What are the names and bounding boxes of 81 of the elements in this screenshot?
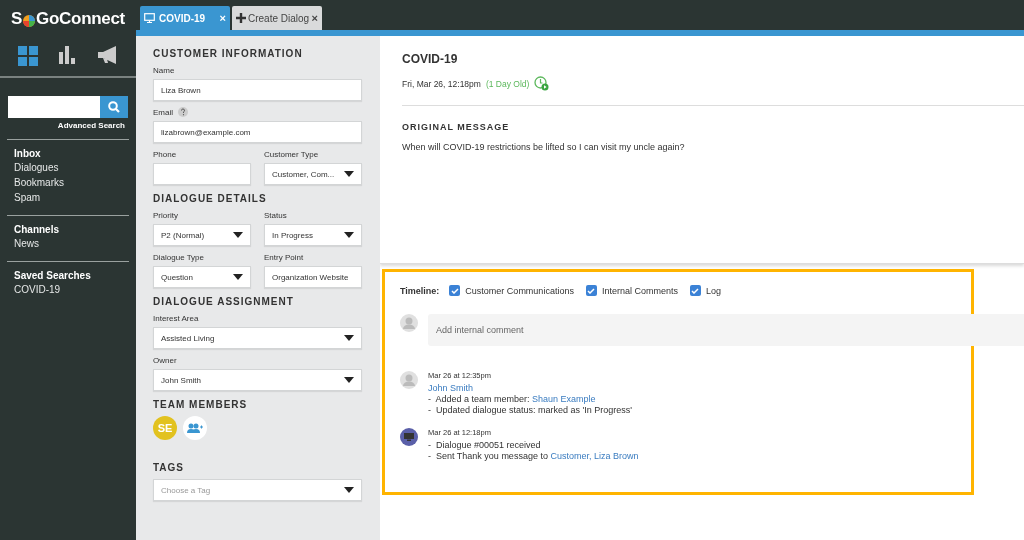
checkbox[interactable] <box>449 285 461 296</box>
section-title: TAGS <box>153 462 185 473</box>
dialog-title: COVID-19 <box>402 52 458 66</box>
checkbox-label[interactable]: Internal Comments <box>601 285 678 296</box>
monitor-avatar-icon <box>400 428 418 446</box>
tab[interactable]: Create Dialog × <box>232 6 322 30</box>
timeline-label: Timeline: <box>400 285 440 296</box>
section-title: TEAM MEMBERS <box>153 399 248 410</box>
field-label: Priority <box>153 210 178 220</box>
advanced-search-link[interactable]: Advanced Search <box>57 121 125 130</box>
section-title: ORIGINAL MESSAGE <box>402 122 510 132</box>
section-title: DIALOGUE ASSIGNMENT <box>153 296 294 307</box>
age-text: (1 Day Old) <box>485 78 530 89</box>
checkbox[interactable] <box>585 285 597 296</box>
field-label: Phone <box>153 149 177 159</box>
nav-item[interactable]: News <box>14 238 39 249</box>
nav-item[interactable]: Bookmarks <box>14 177 64 188</box>
pie-icon <box>23 14 36 27</box>
caret-icon <box>344 171 354 177</box>
dropdown[interactable]: P2 (Normal) <box>153 224 251 246</box>
caret-icon <box>233 232 243 238</box>
megaphone-icon[interactable] <box>97 46 118 64</box>
nav-item[interactable]: Spam <box>14 192 41 203</box>
input-field[interactable] <box>153 163 251 185</box>
section-title: DIALOGUE DETAILS <box>153 193 267 204</box>
nav-item[interactable]: COVID-19 <box>14 284 61 295</box>
caret-icon <box>233 274 243 280</box>
help-icon[interactable] <box>178 107 188 117</box>
input-field[interactable]: Liza Brown <box>153 79 362 101</box>
logo-text: S <box>11 9 23 29</box>
field-label: Owner <box>153 355 177 365</box>
bar-chart-icon[interactable] <box>59 46 77 64</box>
field-label: Interest Area <box>153 313 199 323</box>
dropdown[interactable]: John Smith <box>153 369 362 391</box>
field-label: Customer Type <box>264 149 319 159</box>
search-icon <box>108 101 120 113</box>
name-link[interactable]: Shaun Example <box>532 394 596 404</box>
log-line: - Added a team member: Shaun Example <box>428 394 596 404</box>
log-line: - Sent Thank you message to Customer, Liza Brown <box>428 451 639 461</box>
log-line: - Dialogue #00051 received <box>428 440 541 450</box>
dropdown[interactable]: Assisted Living <box>153 327 362 349</box>
field-label: Entry Point <box>264 252 304 262</box>
input-field[interactable]: lizabrown@example.com <box>153 121 362 143</box>
field-label: Status <box>264 210 287 220</box>
log-line: - Updated dialogue status: marked as 'In Progress' <box>428 405 633 415</box>
checkbox[interactable] <box>689 285 701 296</box>
caret-icon <box>344 487 354 493</box>
avatar-icon <box>400 371 418 389</box>
author-link[interactable]: John Smith <box>428 383 474 393</box>
field-label: Name <box>153 65 175 75</box>
add-member-button[interactable] <box>183 416 207 440</box>
avatar-icon <box>400 314 418 332</box>
caret-icon <box>344 232 354 238</box>
caret-icon <box>344 335 354 341</box>
field-label: Email <box>153 107 173 117</box>
nav-item[interactable]: Dialogues <box>14 162 59 173</box>
clock-icon <box>534 76 550 91</box>
nav-heading[interactable]: Channels <box>14 224 129 235</box>
message-text: When will COVID-19 restrictions be lifted so I can visit my uncle again? <box>402 142 685 152</box>
nav-heading[interactable]: Saved Searches <box>14 270 129 281</box>
search-field[interactable] <box>8 96 100 118</box>
checkbox-label[interactable]: Log <box>705 285 721 296</box>
plus-icon <box>236 13 246 23</box>
caret-icon <box>344 377 354 383</box>
nav-heading[interactable]: Inbox <box>14 148 129 159</box>
dropdown[interactable]: In Progress <box>264 224 362 246</box>
section-title: CUSTOMER INFORMATION <box>153 48 303 59</box>
people-icon <box>187 423 203 433</box>
search-button[interactable] <box>100 96 128 118</box>
close-button[interactable]: × <box>311 12 318 24</box>
monitor-icon <box>144 13 155 23</box>
logo-text: GoConnect <box>36 9 125 29</box>
dropdown[interactable]: Question <box>153 266 251 288</box>
comment-field[interactable]: Add internal comment <box>428 314 1024 346</box>
checkbox-label[interactable]: Customer Communications <box>465 285 574 296</box>
input-field[interactable]: Organization Website <box>264 266 362 288</box>
field-label: Dialogue Type <box>153 252 204 262</box>
dropdown[interactable]: Customer, Com... <box>264 163 362 185</box>
name-link[interactable]: Customer, Liza Brown <box>550 451 639 461</box>
dashboard-icon[interactable] <box>18 46 39 66</box>
date-text: Fri, Mar 26, 12:18pm <box>402 78 481 89</box>
